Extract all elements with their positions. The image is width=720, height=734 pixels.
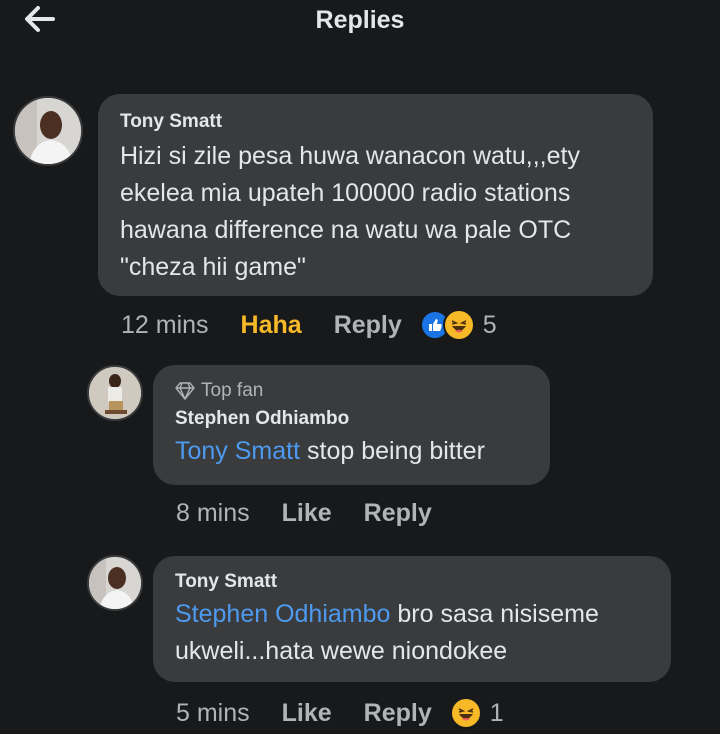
- comment-line: Stephen Odhiambo bro sasa nisiseme: [175, 596, 649, 633]
- diamond-icon: [175, 382, 195, 400]
- avatar[interactable]: [13, 96, 83, 166]
- comment-text-content: bro sasa nisiseme: [390, 600, 599, 628]
- reaction-count: 5: [482, 310, 497, 339]
- avatar[interactable]: [87, 555, 143, 611]
- comment-bubble: Tony Smatt Hizi si zile pesa huwa wanaco…: [98, 94, 653, 296]
- reply-button[interactable]: Reply: [364, 499, 432, 528]
- comment-actions: 12 mins Haha Reply 5: [121, 309, 497, 341]
- comment-text-content: stop being bitter: [300, 437, 485, 465]
- mention-link[interactable]: Tony Smatt: [175, 437, 300, 465]
- comment-line: hawana difference na watu wa pale OTC: [120, 216, 572, 244]
- comment-text: Stephen Odhiambo bro sasa nisiseme ukwel…: [175, 596, 649, 670]
- comment-author[interactable]: Tony Smatt: [120, 110, 631, 134]
- header-bar: Replies: [0, 0, 720, 44]
- reaction-count: 1: [489, 698, 504, 727]
- reply-button[interactable]: Reply: [364, 699, 432, 728]
- comment-actions: 8 mins Like Reply: [176, 499, 432, 528]
- timestamp: 5 mins: [176, 698, 250, 727]
- page-title: Replies: [315, 6, 405, 34]
- reply-bubble: Tony Smatt Stephen Odhiambo bro sasa nis…: [153, 556, 671, 682]
- like-button[interactable]: Like: [282, 499, 332, 528]
- haha-reaction-icon: [442, 309, 475, 341]
- comment-text: Tony Smatt stop being bitter: [175, 433, 528, 470]
- comment-line: Hizi si zile pesa huwa wanacon watu,,,et…: [120, 142, 580, 170]
- comment-line: ukweli...hata wewe niondokee: [175, 637, 508, 665]
- comment-author[interactable]: Stephen Odhiambo: [175, 407, 528, 431]
- top-fan-badge: Top fan: [175, 379, 528, 403]
- mention-link[interactable]: Stephen Odhiambo: [175, 600, 390, 628]
- comment-line: ekelea mia upateh 100000 radio stations: [120, 179, 571, 207]
- comment-text: Hizi si zile pesa huwa wanacon watu,,,et…: [120, 138, 631, 286]
- badge-label: Top fan: [201, 380, 264, 401]
- like-button[interactable]: Like: [282, 699, 332, 728]
- haha-reaction-icon: [449, 697, 482, 729]
- comment-actions: 5 mins Like Reply 1: [176, 697, 504, 729]
- reaction-summary[interactable]: 1: [449, 697, 504, 729]
- comment-author[interactable]: Tony Smatt: [175, 570, 649, 594]
- avatar[interactable]: [87, 365, 143, 421]
- timestamp: 8 mins: [176, 499, 250, 527]
- reaction-summary[interactable]: 5: [419, 309, 497, 341]
- reply-button[interactable]: Reply: [334, 311, 402, 340]
- comment-line: "cheza hii game": [120, 253, 306, 281]
- reply-bubble: Top fan Stephen Odhiambo Tony Smatt stop…: [153, 365, 550, 485]
- haha-reaction-button[interactable]: Haha: [241, 311, 302, 340]
- timestamp: 12 mins: [121, 310, 209, 339]
